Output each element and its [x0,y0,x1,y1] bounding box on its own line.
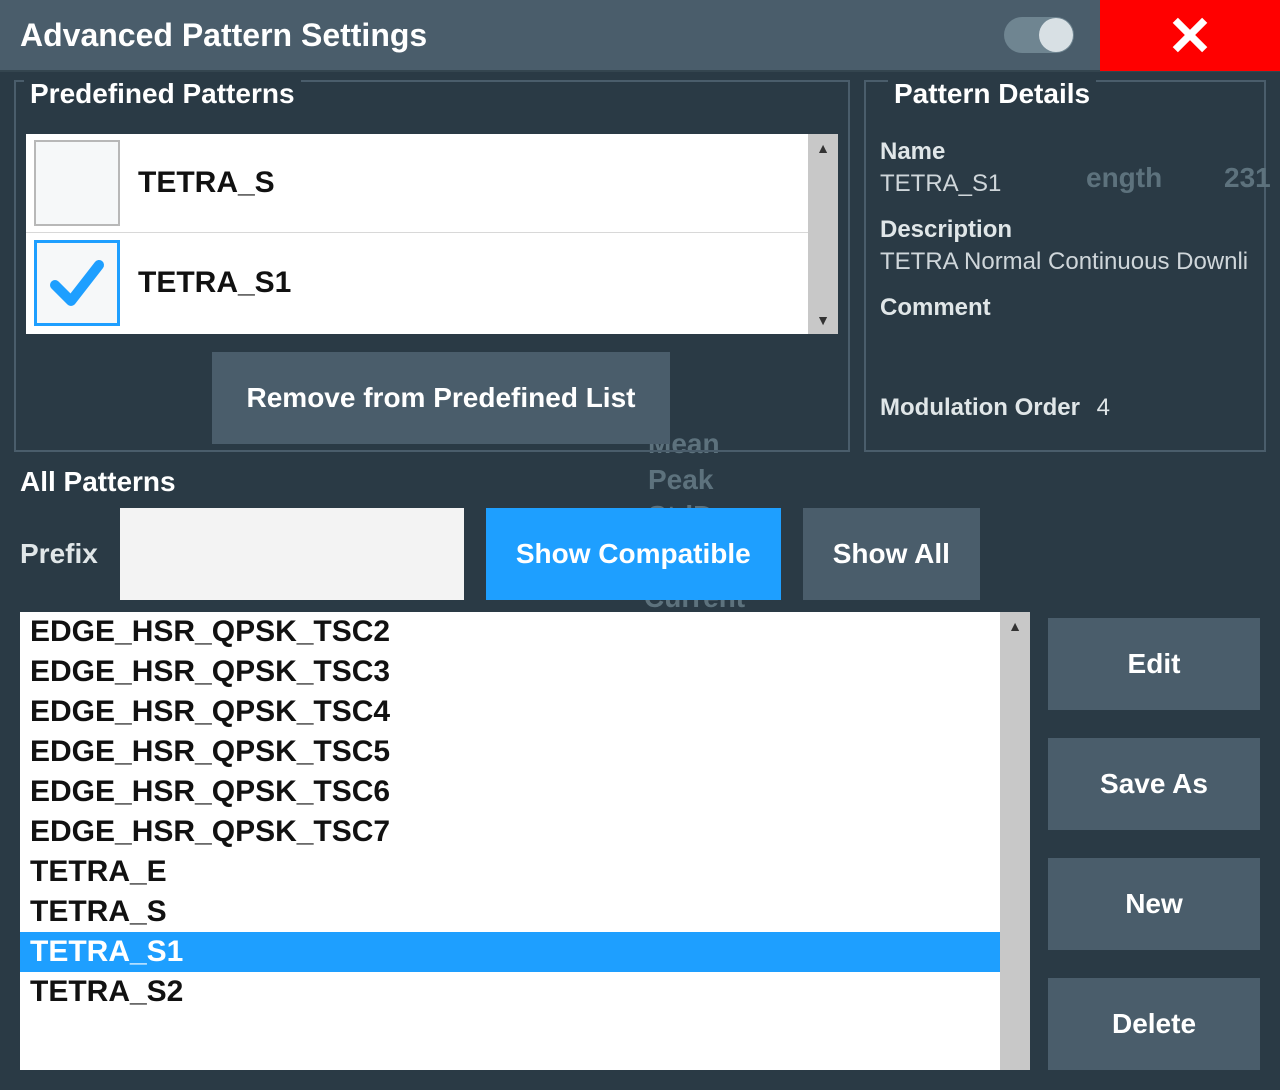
modulation-order-value: 4 [1097,394,1110,421]
window-title: Advanced Pattern Settings [20,17,1004,54]
edit-button[interactable]: Edit [1048,618,1260,710]
all-patterns-item[interactable]: EDGE_HSR_QPSK_TSC5 [20,732,1000,772]
all-patterns-item[interactable]: TETRA_S2 [20,972,1000,1012]
prefix-label: Prefix [20,538,98,570]
all-patterns-item[interactable]: EDGE_HSR_QPSK_TSC6 [20,772,1000,812]
all-patterns-item[interactable]: TETRA_S1 [20,932,1000,972]
delete-button[interactable]: Delete [1048,978,1260,1070]
toggle-switch[interactable] [1004,17,1074,53]
close-button[interactable] [1100,0,1280,71]
predefined-patterns-panel: Predefined Patterns TETRA_STETRA_S1 ▲ ▼ … [14,80,850,452]
all-patterns-item[interactable]: EDGE_HSR_QPSK_TSC4 [20,692,1000,732]
all-patterns-item[interactable]: TETRA_S [20,892,1000,932]
modulation-order-label: Modulation Order [880,394,1080,421]
detail-description-value: TETRA Normal Continuous Downli [880,248,1250,276]
detail-name-label: Name [880,138,1250,166]
remove-from-predefined-button[interactable]: Remove from Predefined List [212,352,670,444]
scroll-down-icon[interactable]: ▼ [816,312,830,328]
all-patterns-item[interactable]: TETRA_E [20,852,1000,892]
all-patterns-item[interactable]: EDGE_HSR_QPSK_TSC7 [20,812,1000,852]
predefined-scrollbar[interactable]: ▲ ▼ [808,134,838,334]
show-compatible-button[interactable]: Show Compatible [486,508,781,600]
predefined-patterns-list[interactable]: TETRA_S TETRA_S1 [26,134,808,334]
predefined-patterns-label: Predefined Patterns [24,78,301,110]
predefined-checkbox[interactable] [34,240,120,326]
save-as-button[interactable]: Save As [1048,738,1260,830]
detail-comment-label: Comment [880,294,1250,322]
close-icon [1169,14,1211,56]
detail-description-label: Description [880,216,1250,244]
scroll-up-icon[interactable]: ▲ [1008,618,1022,634]
predefined-item[interactable]: TETRA_S1 [26,233,808,332]
detail-name-value: TETRA_S1 [880,170,1250,198]
all-patterns-item[interactable]: EDGE_HSR_QPSK_TSC3 [20,652,1000,692]
toggle-knob [1039,18,1073,52]
pattern-details-panel: Pattern Details Name TETRA_S1 Descriptio… [864,80,1266,452]
scroll-up-icon[interactable]: ▲ [816,140,830,156]
show-all-button[interactable]: Show All [803,508,980,600]
all-patterns-list[interactable]: EDGE_HSR_QPSK_TSC2EDGE_HSR_QPSK_TSC3EDGE… [20,612,1000,1070]
all-patterns-panel: All Patterns Prefix Show Compatible Show… [14,462,1266,1076]
title-bar: Advanced Pattern Settings [0,0,1280,72]
prefix-input[interactable] [120,508,464,600]
predefined-item-name: TETRA_S1 [138,266,291,300]
all-patterns-label: All Patterns [14,462,1266,508]
checkmark-icon [47,253,107,313]
predefined-item-name: TETRA_S [138,166,275,200]
all-patterns-scrollbar[interactable]: ▲ [1000,612,1030,1070]
modulation-order-row: Modulation Order 4 [880,394,1250,422]
predefined-checkbox[interactable] [34,140,120,226]
pattern-details-label: Pattern Details [888,78,1096,110]
predefined-item[interactable]: TETRA_S [26,134,808,233]
all-patterns-item[interactable]: EDGE_HSR_QPSK_TSC2 [20,612,1000,652]
new-button[interactable]: New [1048,858,1260,950]
